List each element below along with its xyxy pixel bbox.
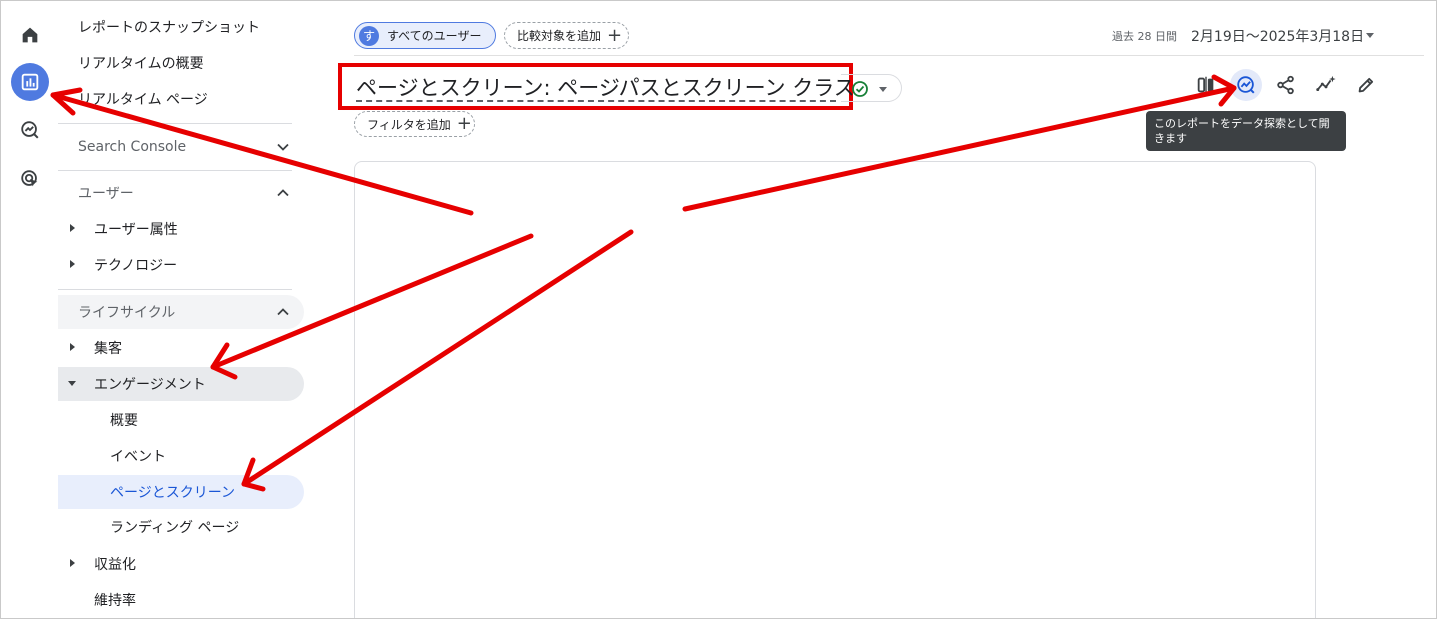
sidebar-section-lifecycle[interactable]: ライフサイクル [58,295,304,329]
chevron-down-icon [277,143,289,151]
sidebar-section-user[interactable]: ユーザー [58,176,304,210]
sidebar-item-label: ユーザー属性 [94,222,178,238]
sidebar-item-pages-and-screens[interactable]: ページとスクリーン [58,475,304,509]
plus-icon: + [607,24,623,46]
reports-bar-chart-icon[interactable] [11,63,49,101]
nav-rail [1,1,58,618]
report-sidebar: レポートのスナップショット リアルタイムの概要 リアルタイム ページ Searc… [58,1,305,618]
sidebar-item-acquisition[interactable]: 集客 [58,331,304,365]
app-window: レポートのスナップショット リアルタイムの概要 リアルタイム ページ Searc… [0,0,1437,619]
report-main: す すべてのユーザー 比較対象を追加 + 過去 28 日間 2月19日～2025… [305,1,1436,618]
sidebar-item-landing-page[interactable]: ランディング ページ [58,510,304,544]
caret-right-icon [70,559,75,567]
all-users-chip[interactable]: す すべてのユーザー [354,22,496,49]
sidebar-item-label: 概要 [110,413,138,429]
sidebar-item-label: テクノロジー [94,258,178,274]
home-icon[interactable] [11,16,49,54]
sidebar-item-events[interactable]: イベント [58,439,304,473]
toolbar-tooltip: このレポートをデータ探索として開きます [1146,111,1346,151]
chevron-down-icon [879,87,887,92]
header-divider [354,55,1424,56]
sidebar-section-label: ユーザー [78,186,134,202]
date-range-prefix: 過去 28 日間 [1112,30,1177,43]
sidebar-item-label: イベント [110,449,166,465]
sidebar-section-label: Search Console [78,139,187,155]
caret-down-icon [68,381,76,386]
caret-right-icon [70,260,75,268]
sidebar-divider [58,289,292,290]
add-filter-label: フィルタを追加 [367,117,451,132]
advertising-icon[interactable] [11,160,49,198]
sidebar-item-label: レポートのスナップショット [78,20,260,36]
explore-icon[interactable] [11,111,49,149]
sidebar-item-label: 維持率 [94,593,136,609]
sidebar-item-technology[interactable]: テクノロジー [58,248,304,282]
report-card-blank [354,161,1316,618]
sidebar-divider [58,123,292,124]
sidebar-item-label: ページとスクリーン [110,485,236,501]
sidebar-item-label: ランディング ページ [110,520,240,536]
share-icon[interactable] [1270,69,1302,101]
sidebar-item-label: 集客 [94,341,122,357]
caret-right-icon [70,343,75,351]
chevron-up-icon [277,308,289,316]
sidebar-section-search-console[interactable]: Search Console [58,130,304,164]
sidebar-item-realtime-pages[interactable]: リアルタイム ページ [58,82,304,116]
open-in-explorations-icon[interactable] [1230,69,1262,101]
plus-icon: + [456,113,472,134]
edit-pencil-icon[interactable] [1350,69,1382,101]
report-status-dropdown[interactable] [841,74,902,102]
sidebar-section-label: ライフサイクル [78,305,176,321]
report-title-highlight: ページとスクリーン: ページパスとスクリーン クラス [338,63,855,110]
insights-icon[interactable] [1310,69,1342,101]
sidebar-item-monetization[interactable]: 収益化 [58,547,304,581]
title-dashed-underline [356,100,836,102]
sidebar-item-label: エンゲージメント [94,377,206,393]
chevron-up-icon [277,189,289,197]
compare-columns-icon[interactable] [1190,69,1222,101]
sidebar-item-retention[interactable]: 維持率 [58,583,304,617]
date-range-picker[interactable]: 2月19日～2025年3月18日 [1191,26,1364,46]
check-circle-icon [852,81,868,97]
sidebar-item-label: 収益化 [94,557,136,573]
sidebar-divider [58,170,292,171]
page-title[interactable]: ページとスクリーン: ページパスとスクリーン クラス [356,72,855,102]
sidebar-item-label: リアルタイム ページ [78,92,208,108]
all-users-label: すべてのユーザー [387,29,482,43]
date-dropdown-icon[interactable] [1366,33,1374,38]
add-comparison-button[interactable]: 比較対象を追加 + [504,22,629,49]
sidebar-item-overview[interactable]: 概要 [58,403,304,437]
sidebar-item-engagement[interactable]: エンゲージメント [58,367,304,401]
sidebar-item-report-snapshot[interactable]: レポートのスナップショット [58,10,304,44]
segment-avatar: す [359,25,379,46]
sidebar-item-user-attributes[interactable]: ユーザー属性 [58,212,304,246]
sidebar-item-label: リアルタイムの概要 [78,56,204,72]
add-filter-button[interactable]: フィルタを追加 + [354,111,475,137]
add-comparison-label: 比較対象を追加 [517,29,602,43]
sidebar-item-realtime-overview[interactable]: リアルタイムの概要 [58,46,304,80]
caret-right-icon [70,224,75,232]
